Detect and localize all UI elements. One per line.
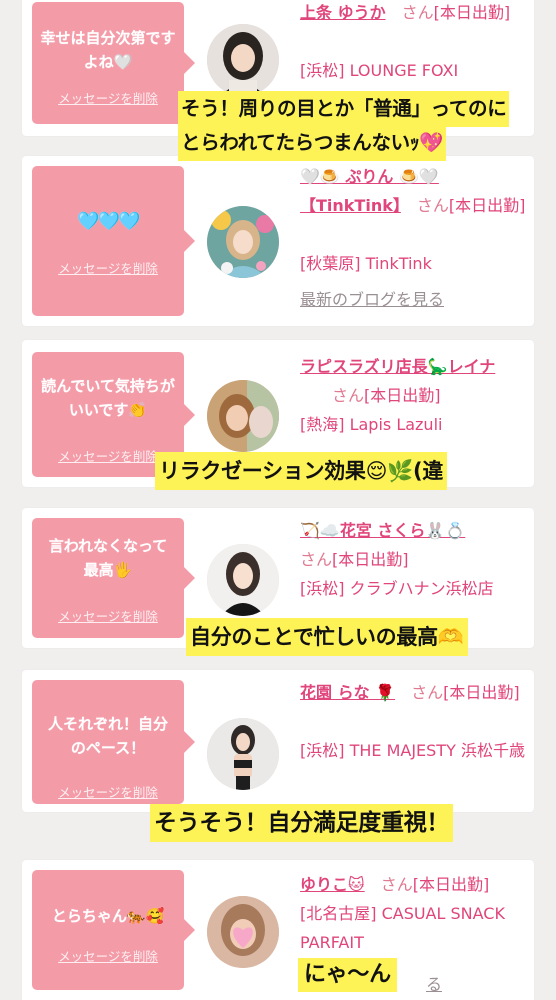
- cast-name-link[interactable]: ゆりこ🐱: [300, 875, 365, 894]
- caption: にゃ〜ん: [298, 958, 397, 992]
- caption: そうそう！自分満足度重視！: [150, 804, 454, 842]
- honorific: さん: [416, 196, 449, 215]
- avatar[interactable]: [207, 718, 279, 790]
- message-text: 幸せは自分次第ですよね🤍: [40, 29, 176, 71]
- avatar[interactable]: [207, 206, 279, 278]
- honorific: さん: [401, 3, 434, 22]
- caption: とらわれてたらつまんないｯ💖: [178, 125, 447, 161]
- attendance-status: [本日出勤]: [332, 550, 409, 569]
- cast-name-link[interactable]: 🤍🍮 ぷりん 🍮🤍: [300, 162, 439, 191]
- cast-name-link[interactable]: 上条 ゆうか: [300, 3, 386, 22]
- delete-message-link[interactable]: メッセージを削除: [32, 782, 184, 801]
- message-text: 読んでいて気持ちがいいです👏: [41, 377, 175, 419]
- cast-info: 🤍🍮 ぷりん 🍮🤍 【TinkTink】 さん[本日出勤] [秋葉原] Tink…: [300, 162, 530, 314]
- caption: そう！周りの目とか「普通」ってのに: [178, 91, 510, 127]
- cast-name-link[interactable]: ラピスラズリ店長🦕レイナ: [300, 352, 515, 381]
- message-text: 言われなくなって最高🖐: [48, 537, 168, 579]
- attendance-status: [本日出勤]: [448, 196, 526, 215]
- honorific: さん: [411, 683, 444, 702]
- honorific: さん: [300, 550, 333, 569]
- honorific: さん: [380, 875, 413, 894]
- message-bubble: とらちゃん🐅🥰 メッセージを削除: [32, 870, 195, 990]
- cast-info: 花園 らな 🌹 さん[本日出勤] [浜松] THE MAJESTY 浜松千歳: [300, 678, 530, 765]
- cast-name-link[interactable]: 🏹☁️花宮 さくら🐰💍: [300, 516, 465, 545]
- cast-info: 🏹☁️花宮 さくら🐰💍 さん[本日出勤] [浜松] クラブハナン浜松店: [300, 516, 530, 603]
- avatar[interactable]: [207, 380, 279, 452]
- avatar[interactable]: [207, 896, 279, 968]
- message-bubble: 幸せは自分次第ですよね🤍 メッセージを削除: [32, 2, 195, 124]
- attendance-status: [本日出勤]: [433, 3, 511, 22]
- cast-info: ラピスラズリ店長🦕レイナ . さん[本日出勤] [熱海] Lapis Lazul…: [300, 352, 530, 434]
- avatar[interactable]: [207, 24, 279, 96]
- delete-message-link[interactable]: メッセージを削除: [32, 606, 184, 625]
- delete-message-link[interactable]: メッセージを削除: [32, 88, 184, 107]
- shop-name: [秋葉原] TinkTink: [300, 254, 432, 273]
- cast-name-link[interactable]: 花園 らな 🌹: [300, 683, 395, 702]
- attendance-status: [本日出勤]: [443, 683, 520, 702]
- delete-message-link[interactable]: メッセージを削除: [32, 946, 184, 965]
- avatar[interactable]: [207, 544, 279, 616]
- shop-name: [熱海] Lapis Lazuli: [300, 415, 443, 434]
- message-card: 🩵🩵🩵 メッセージを削除 🤍🍮 ぷりん 🍮🤍 【TinkTink】 さん[本日出…: [22, 156, 534, 326]
- shop-name: [北名古屋] CASUAL SNACK PARFAIT: [300, 904, 505, 952]
- attendance-status: [本日出勤]: [364, 386, 441, 405]
- message-card: 人それぞれ！自分のペース！ メッセージを削除 花園 らな 🌹 さん[本日出勤] …: [22, 670, 534, 812]
- shop-name: [浜松] クラブハナン浜松店: [300, 579, 494, 598]
- message-bubble: 🩵🩵🩵 メッセージを削除: [32, 166, 195, 316]
- caption: リラクゼーション効果😌🌿(違: [155, 452, 448, 490]
- cast-info: ゆりこ🐱 さん[本日出勤] [北名古屋] CASUAL SNACK PARFAI…: [300, 870, 530, 994]
- message-text: 人それぞれ！自分のペース！: [47, 715, 168, 757]
- shop-name: [浜松] LOUNGE FOXI: [300, 61, 459, 80]
- latest-blog-link[interactable]: 最新のブログを見る: [300, 285, 444, 314]
- caption: 自分のことで忙しいの最高🫶: [186, 618, 468, 656]
- message-card: とらちゃん🐅🥰 メッセージを削除 ゆりこ🐱 さん[本日出勤] [北名古屋] CA…: [22, 860, 534, 1000]
- message-bubble: 言われなくなって最高🖐 メッセージを削除: [32, 518, 195, 638]
- message-bubble: 人それぞれ！自分のペース！ メッセージを削除: [32, 680, 195, 804]
- cast-info: 上条 ゆうか さん[本日出勤] [浜松] LOUNGE FOXI: [300, 0, 530, 85]
- shop-tag-link[interactable]: 【TinkTink】: [300, 196, 401, 215]
- message-text: とらちゃん🐅🥰: [51, 907, 165, 925]
- honorific: さん: [332, 386, 365, 405]
- message-text: 🩵🩵🩵: [77, 211, 140, 232]
- delete-message-link[interactable]: メッセージを削除: [32, 258, 184, 277]
- attendance-status: [本日出勤]: [412, 875, 490, 894]
- shop-name: [浜松] THE MAJESTY 浜松千歳: [300, 741, 525, 760]
- latest-blog-link[interactable]: る: [426, 970, 442, 999]
